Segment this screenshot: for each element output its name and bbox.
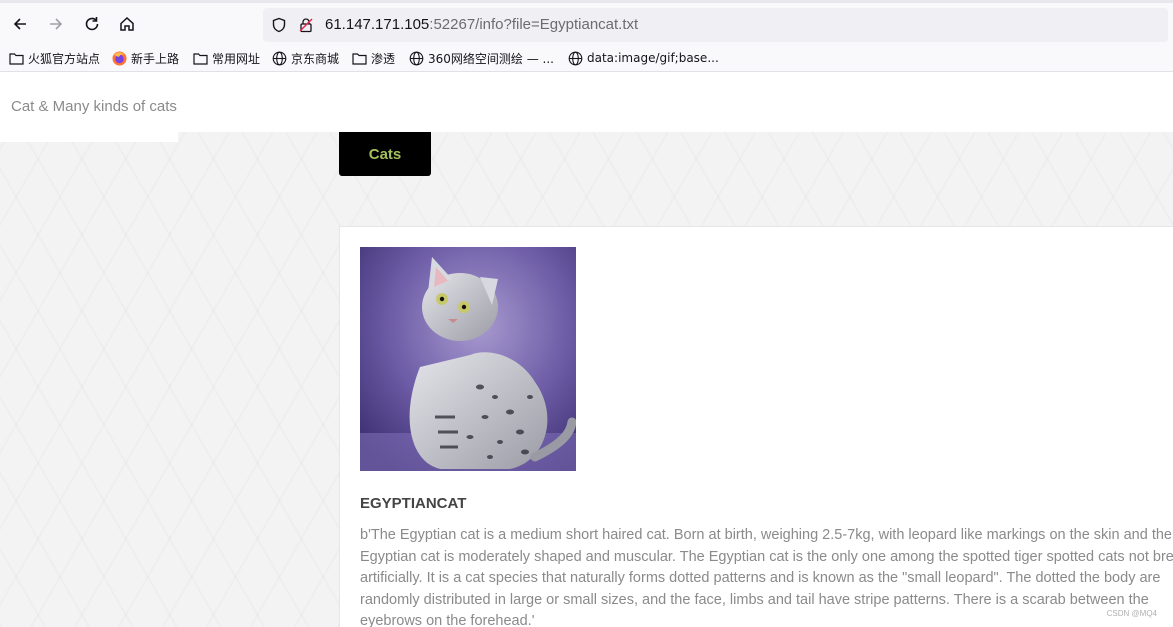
web-page: Cat & Many kinds of cats Cats EGYPTIANCA… (0, 72, 1173, 627)
article-body: b'The Egyptian cat is a medium short hai… (360, 527, 1173, 627)
bookmark-label: 新手上路 (131, 51, 180, 66)
globe-icon (272, 51, 287, 66)
bookmark-label: 360网络空间测绘 — ... (428, 51, 554, 66)
insecure-lock-icon[interactable] (298, 17, 314, 33)
bookmark-label: 京东商城 (291, 51, 340, 66)
home-button[interactable] (116, 13, 138, 35)
bookmark-label: 常用网址 (212, 51, 261, 66)
bookmark-label: 火狐官方站点 (28, 51, 101, 66)
browser-toolbar: 61.147.171.105:52267/info?file=Egyptianc… (0, 0, 1173, 44)
article-panel: EGYPTIANCAT b'The Egyptian cat is a medi… (339, 226, 1173, 627)
forward-button[interactable] (45, 13, 67, 35)
bookmarks-bar: 火狐官方站点 新手上路 常用网址 京东商城 渗透 360网络空间测绘 — ...… (0, 44, 1173, 72)
bookmark-jd[interactable]: 京东商城 (272, 48, 339, 68)
firefox-icon (112, 51, 127, 66)
bookmark-common-sites[interactable]: 常用网址 (193, 48, 260, 68)
bookmark-label: 渗透 (371, 51, 396, 66)
globe-icon (568, 51, 583, 66)
article-title: EGYPTIANCAT (360, 495, 467, 512)
shield-icon[interactable] (271, 17, 287, 33)
bookmark-label: data:image/gif;base... (587, 51, 719, 65)
bookmark-pentest[interactable]: 渗透 (352, 48, 395, 68)
globe-icon (409, 51, 424, 66)
bookmark-newbie[interactable]: 新手上路 (112, 48, 179, 68)
url-path: :52267/info?file=Egyptiancat.txt (429, 16, 639, 33)
nav-cats-button[interactable]: Cats (339, 132, 431, 176)
nav-cats-label: Cats (368, 145, 402, 163)
back-button[interactable] (9, 13, 31, 35)
bookmark-huohu[interactable]: 火狐官方站点 (9, 48, 100, 68)
folder-icon (9, 51, 24, 66)
home-icon (120, 16, 134, 31)
folder-icon (193, 51, 208, 66)
folder-icon (352, 51, 367, 66)
url-host: 61.147.171.105 (325, 16, 430, 33)
bookmark-360-mapping[interactable]: 360网络空间测绘 — ... (409, 48, 554, 68)
reload-button[interactable] (81, 13, 103, 35)
back-arrow-icon (13, 18, 26, 30)
address-bar[interactable]: 61.147.171.105:52267/info?file=Egyptianc… (263, 8, 1168, 42)
reload-icon (85, 17, 99, 31)
egyptian-cat-photo (360, 247, 576, 471)
brand-card: Cat & Many kinds of cats (0, 72, 178, 142)
watermark: CSDN @MQ4 (1106, 609, 1157, 618)
url-text[interactable]: 61.147.171.105:52267/info?file=Egyptianc… (325, 16, 638, 33)
bookmark-data-gif[interactable]: data:image/gif;base... (568, 48, 719, 68)
forward-arrow-icon (50, 18, 63, 30)
site-brand[interactable]: Cat & Many kinds of cats (11, 98, 177, 115)
